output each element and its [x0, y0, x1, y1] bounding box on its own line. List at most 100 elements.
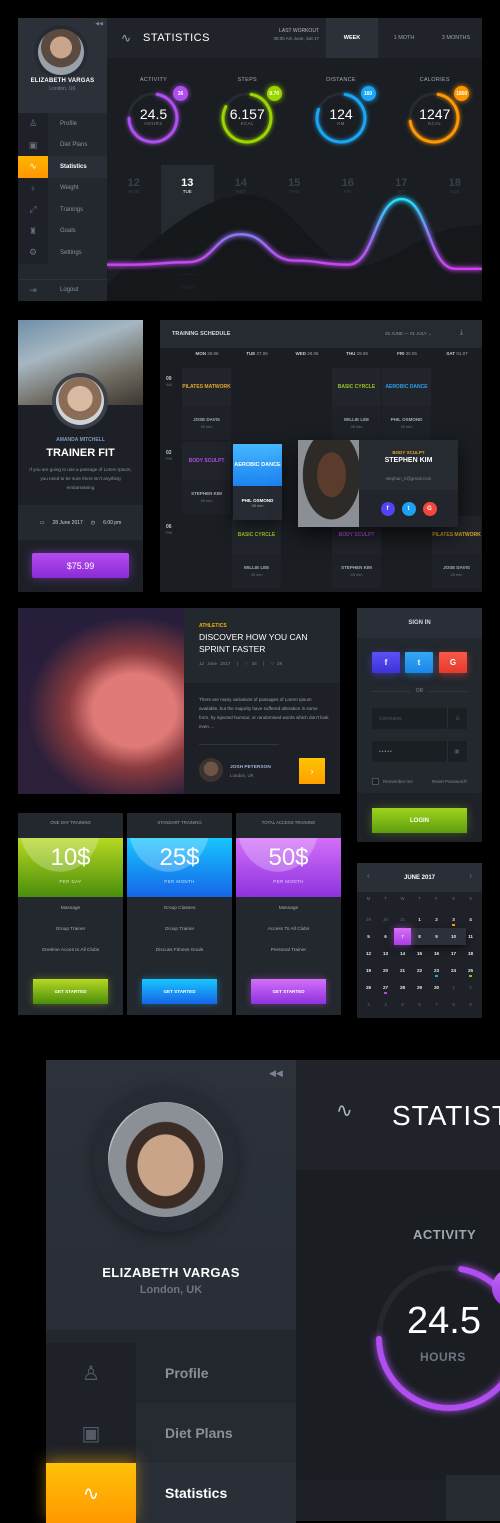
- calendar-day[interactable]: 1: [445, 979, 462, 996]
- calendar-day[interactable]: 6: [377, 928, 394, 945]
- nav-item-statistics[interactable]: ∿ Statistics: [18, 156, 107, 178]
- calendar-day[interactable]: 21: [394, 962, 411, 979]
- remember-me-checkbox[interactable]: Remember me: [372, 778, 413, 785]
- comment-icon[interactable]: ○: [271, 661, 274, 666]
- calendar-day[interactable]: 9: [428, 928, 445, 945]
- session-trainer[interactable]: STEPHEN KIM 45 min: [182, 480, 231, 514]
- price-button[interactable]: $75.99: [32, 553, 129, 578]
- calendar-day[interactable]: 6: [411, 996, 428, 1013]
- calendar-day[interactable]: 2: [462, 979, 479, 996]
- calendar-day[interactable]: 20: [377, 962, 394, 979]
- read-more-button[interactable]: ›: [299, 758, 325, 784]
- calendar-day[interactable]: 10: [445, 928, 462, 945]
- article-title[interactable]: DISCOVER HOW YOU CAN SPRINT FASTER: [199, 631, 334, 655]
- author-avatar[interactable]: [199, 758, 223, 782]
- article-category[interactable]: ATHLETICS: [199, 623, 227, 629]
- twitter-icon[interactable]: t: [401, 501, 416, 516]
- calendar-day[interactable]: 9: [462, 996, 479, 1013]
- session-class[interactable]: AEROBIC DANCE: [382, 368, 431, 406]
- session-trainer[interactable]: JOSE DAVIS 55 min: [182, 406, 231, 440]
- calendar-day[interactable]: 3: [360, 996, 377, 1013]
- calendar-day[interactable]: 7: [428, 996, 445, 1013]
- session-trainer[interactable]: JOSE DAVIS 55 min: [432, 554, 481, 588]
- calendar-day[interactable]: 17: [445, 945, 462, 962]
- nav-item-settings[interactable]: ⚙ Settings: [18, 242, 107, 264]
- nav-item-diet-plans[interactable]: ▣ Diet Plans: [46, 1403, 296, 1463]
- nav-item-profile[interactable]: ♙ Profile: [46, 1343, 296, 1403]
- get-started-button[interactable]: GET STARTED: [142, 979, 217, 1004]
- session-class[interactable]: BODY SCULPT: [182, 442, 231, 480]
- calendar-day[interactable]: 29: [411, 979, 428, 996]
- session-class[interactable]: BASIC CYRCLE: [332, 368, 381, 406]
- calendar-day[interactable]: 8: [445, 996, 462, 1013]
- facebook-icon[interactable]: f: [380, 501, 395, 516]
- calendar-day[interactable]: 26: [360, 979, 377, 996]
- calendar-day[interactable]: 5: [394, 996, 411, 1013]
- calendar-day[interactable]: 18: [462, 945, 479, 962]
- calendar-day[interactable]: 16: [428, 945, 445, 962]
- login-button[interactable]: LOGIN: [372, 808, 467, 833]
- session-class[interactable]: BASIC CYRCLE: [232, 516, 281, 554]
- calendar-day[interactable]: 1: [411, 911, 428, 928]
- calendar-day[interactable]: 30: [428, 979, 445, 996]
- tab-week[interactable]: WEEK: [326, 18, 378, 58]
- password-input[interactable]: ••••• ▣: [372, 741, 467, 762]
- calendar-day[interactable]: 3: [445, 911, 462, 928]
- calendar-day[interactable]: 14: [394, 945, 411, 962]
- calendar-day[interactable]: 25: [462, 962, 479, 979]
- calendar-day[interactable]: 11: [462, 928, 479, 945]
- tab-1-moth[interactable]: 1 MOTH: [378, 18, 430, 58]
- calendar-day[interactable]: 4: [462, 911, 479, 928]
- trainer-avatar[interactable]: [56, 377, 104, 425]
- author-name[interactable]: JOSH PETERSON: [230, 765, 271, 770]
- calendar-day[interactable]: 23: [428, 962, 445, 979]
- popup-email[interactable]: stephan_k@gmail.com: [359, 476, 458, 481]
- nav-item-profile[interactable]: ♙ Profile: [18, 113, 107, 135]
- calendar-day[interactable]: 7: [394, 928, 411, 945]
- username-input[interactable]: Username ♙: [372, 708, 467, 729]
- nav-item-goals[interactable]: ♜ Goals: [18, 220, 107, 242]
- calendar-day[interactable]: 13: [377, 945, 394, 962]
- highlighted-session[interactable]: AEROBIC DANCE PHIL OSMOND 45 min: [233, 444, 282, 520]
- calendar-day[interactable]: 22: [411, 962, 428, 979]
- session-trainer[interactable]: STEPHEN KIM 45 min: [332, 554, 381, 588]
- nav-item-tranings[interactable]: ⤢ Tranings: [18, 199, 107, 221]
- calendar-day[interactable]: 27: [377, 979, 394, 996]
- calendar-day[interactable]: 12: [360, 945, 377, 962]
- calendar-day[interactable]: 4: [377, 996, 394, 1013]
- calendar-day[interactable]: 30: [377, 911, 394, 928]
- avatar[interactable]: [38, 29, 84, 75]
- heart-icon[interactable]: ♡: [244, 661, 248, 666]
- facebook-login-button[interactable]: f: [372, 652, 400, 673]
- calendar-day[interactable]: 31: [394, 911, 411, 928]
- session-trainer[interactable]: WILLIE LEE 35 min: [332, 406, 381, 440]
- get-started-button[interactable]: GET STARTED: [33, 979, 108, 1004]
- nav-item-statistics[interactable]: ∿ Statistics: [46, 1463, 296, 1523]
- get-started-button[interactable]: GET STARTED: [251, 979, 326, 1004]
- date-range-dropdown[interactable]: 26 JUNE — 01 JULY ⌄: [385, 331, 432, 337]
- calendar-day[interactable]: 8: [411, 928, 428, 945]
- calendar-day[interactable]: 15: [411, 945, 428, 962]
- calendar-day[interactable]: 19: [360, 962, 377, 979]
- twitter-login-button[interactable]: t: [405, 652, 433, 673]
- logout-button[interactable]: ⇥ Logout: [18, 279, 107, 301]
- calendar-day[interactable]: 24: [445, 962, 462, 979]
- rewind-icon[interactable]: ◀◀: [269, 1068, 283, 1079]
- chevron-right-icon[interactable]: ›: [469, 871, 472, 880]
- download-icon[interactable]: ⤓: [460, 329, 463, 337]
- checkbox[interactable]: [372, 778, 379, 785]
- google-icon[interactable]: G: [422, 501, 437, 516]
- session-trainer[interactable]: WILLIE LEE 35 min: [232, 554, 281, 588]
- nav-item-weight[interactable]: ♁ Weight: [18, 177, 107, 199]
- session-trainer[interactable]: PHIL OSMOND 45 min: [382, 406, 431, 440]
- google-login-button[interactable]: G: [439, 652, 467, 673]
- calendar-day[interactable]: 29: [360, 911, 377, 928]
- calendar-day[interactable]: 28: [394, 979, 411, 996]
- rewind-icon[interactable]: ◀◀: [95, 21, 103, 27]
- reset-password-link[interactable]: Reset Password?: [432, 779, 467, 784]
- calendar-day[interactable]: 5: [360, 928, 377, 945]
- nav-item-diet-plans[interactable]: ▣ Diet Plans: [18, 134, 107, 156]
- session-class[interactable]: PILATES MATWORK: [182, 368, 231, 406]
- tab-3-months[interactable]: 3 MONTHS: [430, 18, 482, 58]
- avatar[interactable]: [93, 1087, 238, 1232]
